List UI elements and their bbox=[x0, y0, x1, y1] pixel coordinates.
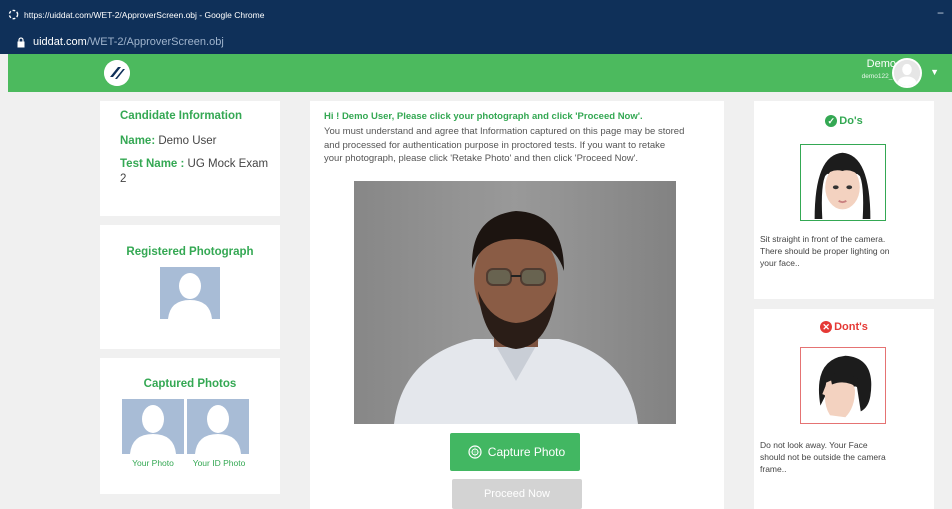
loading-icon bbox=[8, 9, 19, 20]
instructions-line-3: your photograph, please click 'Retake Ph… bbox=[324, 153, 639, 164]
captured-photos-card: Captured Photos Your Photo Your ID Photo bbox=[100, 358, 280, 494]
user-silhouette-icon bbox=[160, 267, 220, 319]
instructions-line-2: and processed for authentication purpose… bbox=[324, 139, 666, 151]
test-name-value: UG Mock Exam bbox=[187, 158, 269, 170]
logo-icon bbox=[104, 60, 130, 86]
donts-card: ✕ Dont's Do not look away. Your Face shou… bbox=[754, 309, 934, 509]
registered-photo-placeholder bbox=[160, 267, 220, 319]
donts-face-image bbox=[800, 347, 886, 424]
registered-photo-title: Registered Photograph bbox=[126, 246, 254, 258]
captured-photos-title: Captured Photos bbox=[143, 378, 237, 390]
page-content: Demo demo122_1 ▼ Candidate Information N… bbox=[0, 54, 952, 509]
lock-icon bbox=[17, 37, 25, 48]
dos-card: ✓ Do's Sit straight in front of the camer… bbox=[754, 101, 934, 299]
url-path: /WET-2/ApproverScreen.obj bbox=[86, 36, 224, 48]
dos-text-line-2: There should be proper lighting on bbox=[760, 246, 890, 256]
your-photo-caption: Your Photo bbox=[132, 458, 174, 468]
dos-text-line-3: your face.. bbox=[760, 258, 800, 268]
instructions-heading: Hi ! Demo User, Please click your photog… bbox=[324, 111, 643, 122]
url-text[interactable]: uiddat.com/WET-2/ApproverScreen.obj bbox=[33, 36, 224, 48]
test-name-row: Test Name : UG Mock Exam bbox=[120, 157, 268, 172]
window-title: https://uiddat.com/WET-2/ApproverScreen.… bbox=[24, 10, 265, 20]
camera-icon bbox=[468, 445, 482, 460]
candidate-name-row: Name: Demo User bbox=[120, 134, 217, 149]
browser-titlebar: https://uiddat.com/WET-2/ApproverScreen.… bbox=[0, 0, 952, 32]
donts-text-line-3: frame.. bbox=[760, 464, 787, 474]
donts-title: Dont's bbox=[834, 321, 868, 333]
capture-photo-button[interactable]: Capture Photo bbox=[450, 433, 580, 471]
camera-feed bbox=[354, 181, 676, 424]
minimize-button[interactable]: − bbox=[937, 6, 944, 20]
user-silhouette-icon bbox=[187, 399, 249, 454]
instructions-line-1: You must understand and agree that Infor… bbox=[324, 126, 685, 137]
close-icon: ✕ bbox=[820, 321, 833, 334]
donts-text-line-2: should not be outside the camera bbox=[760, 452, 886, 462]
front-face-illustration bbox=[801, 145, 884, 219]
capture-photo-label: Capture Photo bbox=[487, 444, 566, 459]
name-value: Demo User bbox=[158, 135, 217, 147]
test-name-value-cont: 2 bbox=[120, 173, 127, 185]
proceed-now-button[interactable]: Proceed Now bbox=[452, 479, 582, 509]
dos-title-row: ✓ Do's bbox=[754, 115, 934, 128]
registered-photo-card: Registered Photograph bbox=[100, 225, 280, 349]
webcam-video bbox=[354, 181, 676, 424]
dos-title: Do's bbox=[839, 115, 863, 127]
name-label: Name: bbox=[120, 135, 156, 147]
candidate-info-title: Candidate Information bbox=[120, 110, 243, 122]
donts-title-row: ✕ Dont's bbox=[754, 321, 934, 334]
user-avatar[interactable] bbox=[892, 58, 922, 88]
dos-face-image bbox=[800, 144, 886, 221]
donts-text-line-1: Do not look away. Your Face bbox=[760, 440, 868, 450]
candidate-info-card: Candidate Information Name: Demo User Te… bbox=[100, 101, 280, 216]
dos-text-line-1: Sit straight in front of the camera. bbox=[760, 234, 886, 244]
top-navbar: Demo demo122_1 ▼ bbox=[8, 54, 952, 92]
test-name-label: Test Name : bbox=[120, 158, 185, 170]
id-photo-placeholder bbox=[187, 399, 249, 454]
user-id: demo122_1 bbox=[861, 73, 896, 80]
address-bar[interactable]: uiddat.com/WET-2/ApproverScreen.obj bbox=[0, 32, 952, 54]
side-face-illustration bbox=[801, 348, 884, 422]
user-silhouette-icon bbox=[894, 60, 920, 86]
url-domain: uiddat.com bbox=[33, 36, 87, 48]
user-silhouette-icon bbox=[122, 399, 184, 454]
check-icon: ✓ bbox=[825, 115, 838, 128]
your-id-photo-caption: Your ID Photo bbox=[192, 458, 246, 468]
chevron-down-icon[interactable]: ▼ bbox=[930, 67, 939, 77]
your-photo-placeholder bbox=[122, 399, 184, 454]
